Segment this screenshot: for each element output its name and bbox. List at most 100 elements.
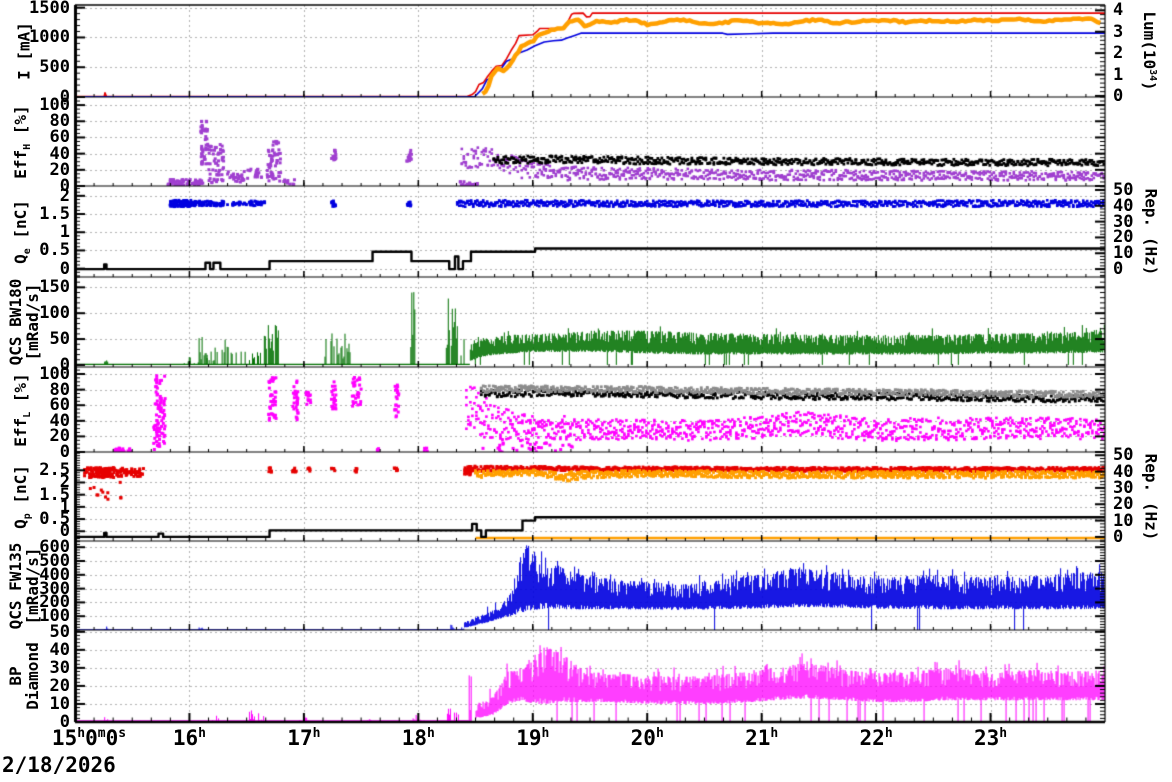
y-tick-label-q-e: 0.5 xyxy=(39,240,70,261)
y-tick-label-bp-diamond: 30 xyxy=(49,657,70,678)
y-tick-label-q-e: 2 xyxy=(59,185,70,206)
axis-title-qcs-bw180: QCS BW180 [mRad/s] xyxy=(6,279,42,366)
right-tick-label-beam-current: 3 xyxy=(1113,21,1124,42)
y-tick-label-eff-l: 100 xyxy=(39,364,70,385)
label-part: [nC] xyxy=(10,199,30,248)
right-tick-label-beam-current: 2 xyxy=(1113,43,1124,64)
label-part: h xyxy=(541,726,550,741)
axis-title-q-e: Qe [nC] xyxy=(10,199,36,264)
date-label: 2/18/2026 xyxy=(2,753,116,777)
label-line: Rep. (Hz) xyxy=(1141,453,1161,540)
axis-title-eff-l: EffL [%] xyxy=(10,372,36,447)
label-part: h xyxy=(999,726,1008,741)
label-part: 18 xyxy=(401,726,428,750)
axis-title-qcs-fw135: QCS FW135 [mRad/s] xyxy=(6,542,42,629)
label-part: h xyxy=(198,726,207,741)
axis-title-q-p: Qp [nC] xyxy=(10,464,36,529)
label-part: 17 xyxy=(287,726,313,750)
x-tick-label: 15h0m0s xyxy=(52,726,126,750)
label-part: h xyxy=(427,726,435,741)
y-tick-label-q-e: 0 xyxy=(59,258,70,279)
label-part: Eff xyxy=(10,417,30,447)
y-tick-label-qcs-bw180: 100 xyxy=(39,303,70,324)
label-part: h xyxy=(77,726,86,741)
label-part: 0 xyxy=(105,726,119,750)
y-tick-label-bp-diamond: 10 xyxy=(49,693,70,714)
label-part: 23 xyxy=(973,726,1000,750)
right-tick-label-beam-current: 0 xyxy=(1113,85,1124,106)
label-part: 21 xyxy=(745,726,771,750)
label-line: Qe [nC] xyxy=(10,199,36,264)
label-part: h xyxy=(884,726,893,741)
label-line: QCS BW180 xyxy=(6,279,25,366)
label-part: h xyxy=(770,726,779,741)
x-tick-label: 16h xyxy=(173,726,206,750)
label-part: p xyxy=(22,512,34,519)
y-tick-label-beam-current: 500 xyxy=(39,57,70,78)
axis-title-bp-diamond: BP Diamond xyxy=(6,642,42,710)
label-part: Q xyxy=(10,518,30,529)
label-part: h xyxy=(312,726,321,741)
label-part: Rep. (Hz) xyxy=(1141,188,1161,275)
label-part: e xyxy=(22,247,34,254)
x-tick-label: 23h xyxy=(974,726,1007,750)
label-part: Q xyxy=(10,253,30,264)
label-line: EffH [%] xyxy=(10,104,36,179)
x-tick-label: 17h xyxy=(287,726,320,750)
label-line: Rep. (Hz) xyxy=(1141,188,1161,275)
y-tick-label-eff-h: 100 xyxy=(39,95,70,116)
label-part: Diamond xyxy=(23,642,42,710)
x-tick-label: 21h xyxy=(745,726,778,750)
label-part: Lum(10 xyxy=(1139,11,1159,70)
y-tick-label-beam-current: 1000 xyxy=(29,27,70,48)
label-part: h xyxy=(655,726,664,741)
label-part: 22 xyxy=(859,726,885,750)
right-tick-label-beam-current: 4 xyxy=(1113,0,1124,21)
x-tick-label: 20h xyxy=(631,726,664,750)
x-tick-label: 19h xyxy=(516,726,549,750)
label-part: 34 xyxy=(1147,69,1159,82)
y-tick-label-q-e: 1.5 xyxy=(39,204,70,225)
label-part: s xyxy=(118,726,127,741)
label-part: H xyxy=(22,143,34,150)
label-part: [%] xyxy=(10,372,30,412)
accelerator-strip-chart: I [mA] 0 500 1000 1500 Lum(1034) 0 1 2 3 4 EffH [%]… xyxy=(0,0,1172,782)
right-tick-label-q-p: 50 xyxy=(1113,445,1134,466)
label-part: 0 xyxy=(85,726,98,750)
y-tick-label-bp-diamond: 40 xyxy=(49,639,70,660)
y-tick-label-qcs-fw135: 600 xyxy=(39,537,70,558)
label-line: BP xyxy=(6,642,25,709)
plot-canvas xyxy=(0,0,1172,782)
label-line: Lum(1034) xyxy=(1139,11,1161,91)
right-axis-title-beam-current: Lum(1034) xyxy=(1139,11,1161,91)
label-part: 16 xyxy=(172,726,199,750)
label-part: 19 xyxy=(516,726,542,750)
y-tick-label-bp-diamond: 20 xyxy=(49,675,70,696)
x-tick-label: 18h xyxy=(402,726,435,750)
label-line: QCS FW135 xyxy=(6,542,25,629)
x-tick-label: 22h xyxy=(860,726,893,750)
label-part: 20 xyxy=(630,726,656,750)
label-line: EffL [%] xyxy=(10,372,36,447)
y-tick-label-qcs-bw180: 150 xyxy=(39,277,70,298)
label-part: L xyxy=(22,411,34,418)
label-part: m xyxy=(97,726,106,741)
right-axis-title-q-p: Rep. (Hz) xyxy=(1141,453,1161,540)
label-part: 15 xyxy=(51,726,78,750)
y-tick-label-bp-diamond: 50 xyxy=(49,621,70,642)
right-tick-label-beam-current: 1 xyxy=(1113,64,1124,85)
label-line: Diamond xyxy=(23,642,42,710)
y-tick-label-q-p: 2.5 xyxy=(39,460,70,481)
label-part: Eff xyxy=(10,149,30,179)
y-tick-label-beam-current: 1500 xyxy=(29,0,70,18)
axis-title-eff-h: EffH [%] xyxy=(10,104,36,179)
right-tick-label-q-e: 50 xyxy=(1113,179,1134,200)
label-part: ) xyxy=(1139,81,1159,91)
label-part: [nC] xyxy=(10,464,30,513)
y-tick-label-qcs-bw180: 50 xyxy=(49,329,70,350)
label-line: Qp [nC] xyxy=(10,464,36,529)
y-tick-label-q-e: 1 xyxy=(59,222,70,243)
right-axis-title-q-e: Rep. (Hz) xyxy=(1141,188,1161,275)
label-part: Rep. (Hz) xyxy=(1141,453,1161,540)
label-part: [%] xyxy=(10,104,30,144)
